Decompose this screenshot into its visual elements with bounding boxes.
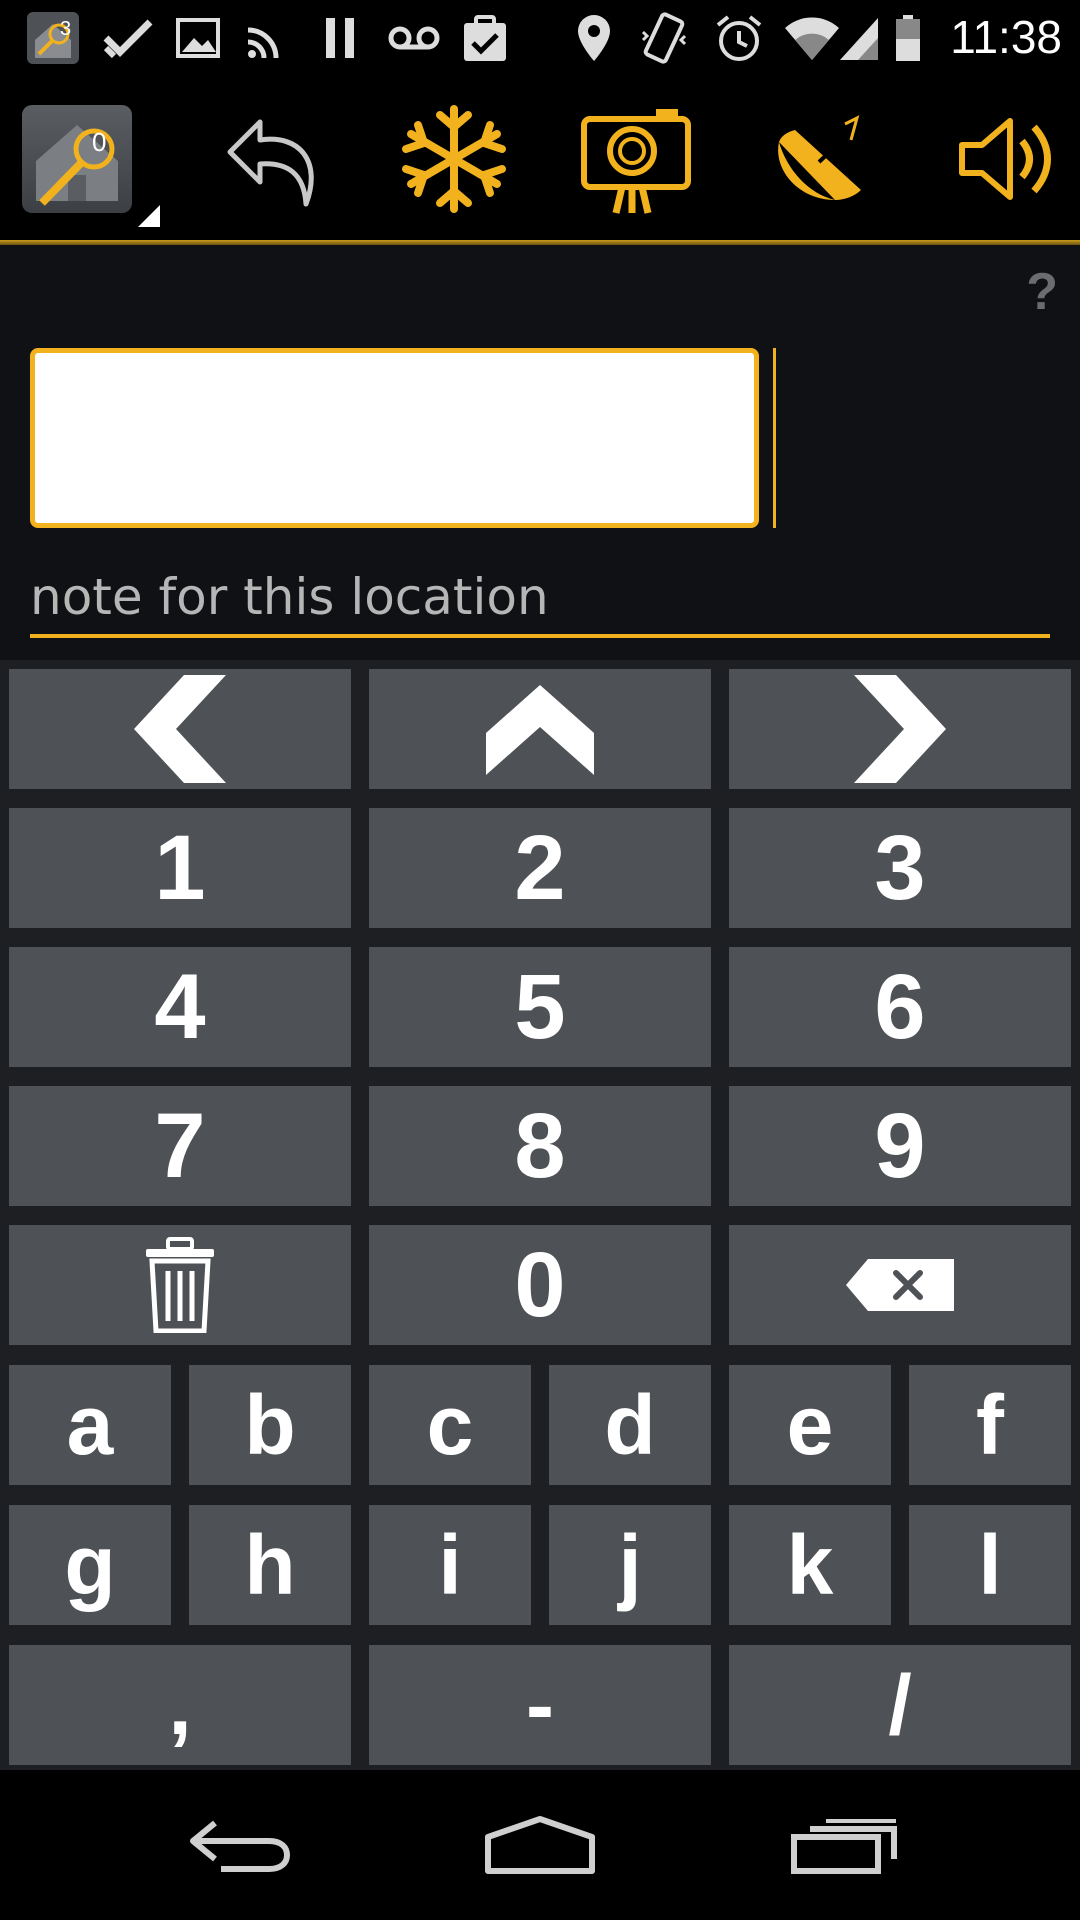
freeze-button[interactable] <box>384 97 524 221</box>
home-search-button[interactable]: 0 <box>18 97 160 227</box>
key-6[interactable]: 6 <box>729 947 1071 1067</box>
key-f[interactable]: f <box>909 1365 1071 1485</box>
backspace-key[interactable] <box>729 1225 1071 1345</box>
key-b[interactable]: b <box>189 1365 351 1485</box>
battery-icon <box>892 12 924 64</box>
undo-button[interactable] <box>200 97 340 221</box>
up-arrow-key[interactable] <box>369 669 711 789</box>
dropdown-corner-icon <box>138 205 160 227</box>
key-7[interactable]: 7 <box>9 1086 351 1206</box>
clock: 11:38 <box>950 11 1062 63</box>
clipboard-check-icon <box>458 12 512 64</box>
keypad: 1 2 3 4 5 6 7 8 9 0 a b c d e f g h i j … <box>0 660 1080 1770</box>
right-arrow-key[interactable] <box>729 669 1071 789</box>
status-bar: 3 11:38 <box>0 0 1080 75</box>
satellite-button[interactable] <box>750 97 890 221</box>
key-8[interactable]: 8 <box>369 1086 711 1206</box>
left-arrow-key[interactable] <box>9 669 351 789</box>
key-9[interactable]: 9 <box>729 1086 1071 1206</box>
navigation-bar <box>0 1770 1080 1920</box>
home-badge: 0 <box>92 127 107 157</box>
undo-icon <box>227 119 314 207</box>
input-divider <box>773 348 776 528</box>
location-pin-icon <box>570 12 618 64</box>
key-e[interactable]: e <box>729 1365 891 1485</box>
toolbar-divider <box>0 240 1080 245</box>
key-k[interactable]: k <box>729 1505 891 1625</box>
vibrate-icon <box>638 12 690 64</box>
backspace-icon <box>846 1259 954 1311</box>
trash-icon <box>146 1237 214 1333</box>
key-j[interactable]: j <box>549 1505 711 1625</box>
clear-key[interactable] <box>9 1225 351 1345</box>
up-arrow-icon <box>486 685 594 775</box>
key-2[interactable]: 2 <box>369 808 711 928</box>
key-3[interactable]: 3 <box>729 808 1071 928</box>
cast-icon <box>242 12 294 64</box>
key-c[interactable]: c <box>369 1365 531 1485</box>
key-a[interactable]: a <box>9 1365 171 1485</box>
key-comma[interactable]: , <box>9 1645 351 1765</box>
image-icon <box>172 12 224 64</box>
key-g[interactable]: g <box>9 1505 171 1625</box>
notification-badge: 3 <box>60 18 72 40</box>
toolbar: 0 <box>0 75 1080 245</box>
home-search-icon <box>22 105 132 213</box>
speaker-icon <box>959 118 1051 200</box>
home-icon <box>485 1816 595 1874</box>
wifi-icon <box>782 12 842 64</box>
right-arrow-icon <box>854 675 946 783</box>
recents-icon <box>791 1819 897 1874</box>
sound-button[interactable] <box>930 97 1070 221</box>
location-input[interactable] <box>30 348 759 528</box>
key-5[interactable]: 5 <box>369 947 711 1067</box>
checkmark-icon <box>100 12 156 64</box>
key-l[interactable]: l <box>909 1505 1071 1625</box>
voicemail-icon <box>386 12 442 64</box>
back-button[interactable] <box>160 1790 320 1900</box>
note-label: note for this location <box>30 568 549 626</box>
back-icon <box>190 1820 291 1872</box>
key-0[interactable]: 0 <box>369 1225 711 1345</box>
home-button[interactable] <box>460 1790 620 1900</box>
alarm-icon <box>712 12 766 64</box>
camera-icon <box>581 109 691 214</box>
key-hyphen[interactable]: - <box>369 1645 711 1765</box>
camera-button[interactable] <box>566 97 706 221</box>
pause-icon <box>318 12 362 64</box>
key-h[interactable]: h <box>189 1505 351 1625</box>
left-arrow-icon <box>134 675 226 783</box>
key-4[interactable]: 4 <box>9 947 351 1067</box>
help-button[interactable]: ? <box>1026 262 1058 322</box>
key-slash[interactable]: / <box>729 1645 1071 1765</box>
key-i[interactable]: i <box>369 1505 531 1625</box>
snowflake-icon <box>402 105 506 213</box>
key-1[interactable]: 1 <box>9 808 351 928</box>
satellite-dish-icon <box>778 115 861 200</box>
recents-button[interactable] <box>765 1790 925 1900</box>
key-d[interactable]: d <box>549 1365 711 1485</box>
signal-icon <box>838 12 880 64</box>
note-underline <box>30 634 1050 638</box>
app-notification-icon <box>22 12 84 64</box>
